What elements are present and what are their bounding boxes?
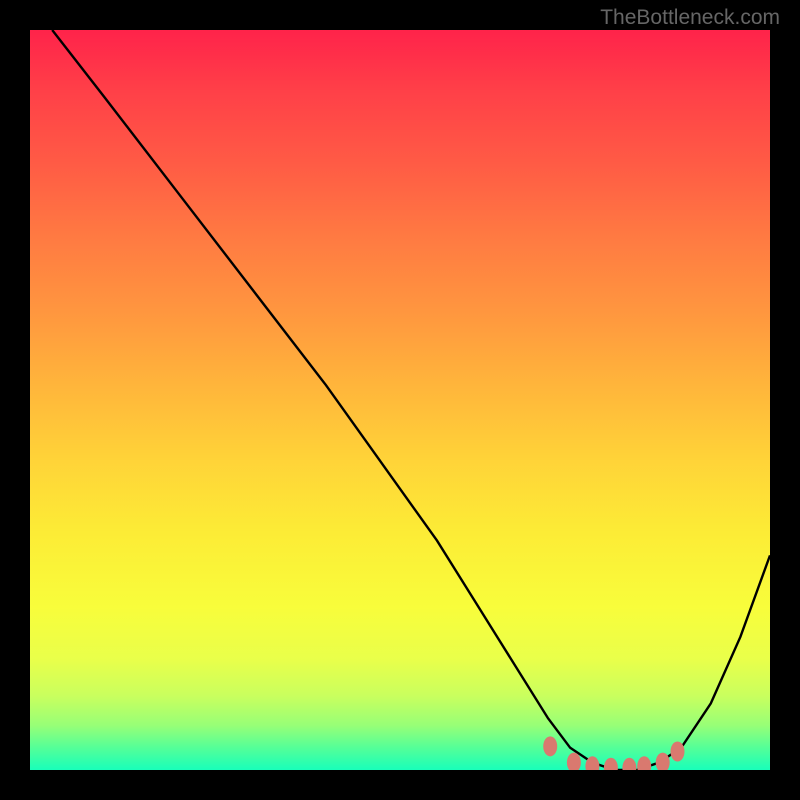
bottleneck-curve [52, 30, 770, 770]
marker-dot [637, 756, 651, 770]
curve-svg [30, 30, 770, 770]
marker-dot [656, 753, 670, 770]
watermark-text: TheBottleneck.com [600, 6, 780, 30]
plot-area [30, 30, 770, 770]
marker-dot [671, 742, 685, 762]
marker-dot [604, 758, 618, 770]
marker-dot [622, 758, 636, 770]
marker-dot [543, 736, 557, 756]
curve-line-group [52, 30, 770, 770]
marker-dot [567, 753, 581, 770]
